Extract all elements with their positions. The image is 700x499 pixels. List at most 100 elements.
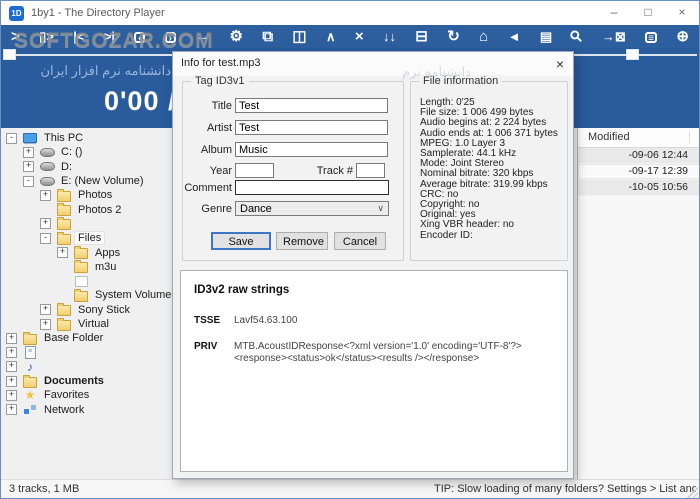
track-row-selected[interactable]: -09-17 12:39 <box>578 164 700 180</box>
forward-arrow-icon[interactable]: → <box>195 26 210 47</box>
tree-item-label: Base Folder <box>41 332 106 344</box>
column-header-modified[interactable]: Modified <box>578 128 700 148</box>
tree-item-label: This PC <box>41 132 86 144</box>
toolbar: > ▯> |< >| ‹ › → ⚙ ⧉ ◫ ∧ × ↓↓ ⊟ ↻ ⌂ ◄ ▤ … <box>1 25 699 48</box>
tree-item-label-selected: Files <box>75 232 104 244</box>
expander-icon[interactable]: + <box>6 333 17 344</box>
next-track-icon[interactable]: >| <box>104 26 115 47</box>
expander-icon[interactable]: + <box>40 304 51 315</box>
star-icon: ★ <box>25 388 36 402</box>
drive-icon <box>40 162 55 171</box>
next-folder-icon[interactable]: › <box>165 32 176 43</box>
expander-icon[interactable]: + <box>23 161 34 172</box>
cancel-button[interactable]: Cancel <box>334 232 386 250</box>
volume-speaker-icon[interactable]: ◄ <box>508 26 521 47</box>
info-dialog: Info for test.mp3 × Tag ID3v1 Title Arti… <box>172 51 574 479</box>
save-button[interactable]: Save <box>211 232 271 250</box>
folder-icon <box>57 191 71 202</box>
id3v2-frame-key: PRIV <box>194 341 234 364</box>
album-field[interactable] <box>235 142 388 157</box>
folder-icon <box>57 305 71 316</box>
track-row[interactable]: -10-05 10:56 <box>578 180 700 196</box>
expander-icon[interactable]: + <box>6 404 17 415</box>
album-label: Album <box>182 144 232 156</box>
remove-button[interactable]: Remove <box>276 232 328 250</box>
folder-icon <box>74 291 88 302</box>
close-x-icon[interactable]: × <box>355 26 364 47</box>
expander-icon[interactable]: + <box>40 190 51 201</box>
network-icon <box>24 405 37 414</box>
title-label: Title <box>182 100 232 112</box>
id3v2-frame-value: MTB.AcoustIDResponse<?xml version='1.0' … <box>234 341 564 364</box>
scroll-down-icon[interactable]: ↓↓ <box>383 26 396 47</box>
dialog-close-icon[interactable]: × <box>556 55 564 73</box>
repeat-icon[interactable]: ↻ <box>447 26 460 47</box>
split-view-icon[interactable]: ◫ <box>292 26 306 47</box>
folder-icon <box>57 234 71 245</box>
chevron-down-icon: ∨ <box>377 203 384 214</box>
drive-icon <box>40 177 55 186</box>
expander-icon[interactable]: + <box>6 361 17 372</box>
year-field[interactable] <box>235 163 274 178</box>
computer-icon <box>23 133 37 143</box>
expander-icon[interactable]: + <box>57 247 68 258</box>
tree-item-label: m3u <box>92 261 119 273</box>
play-current-icon[interactable]: ▯> <box>39 26 54 47</box>
tree-item-label: E: (New Volume) <box>58 175 147 187</box>
search-icon[interactable]: ⚲ <box>566 25 589 48</box>
file-info-lines: Length: 0'25 File size: 1 006 499 bytes … <box>420 98 563 241</box>
add-circle-icon[interactable]: ⊕ <box>676 26 689 47</box>
expander-icon[interactable]: + <box>6 390 17 401</box>
collapse-up-icon[interactable]: ∧ <box>326 26 336 47</box>
tree-item-label: Network <box>41 404 87 416</box>
app-icon: 1D <box>9 6 24 21</box>
close-file-icon[interactable]: →⊠ <box>602 26 626 47</box>
horizontal-panel-icon[interactable]: ⊟ <box>415 26 428 47</box>
track-row[interactable]: -09-06 12:44 <box>578 148 700 164</box>
previous-track-icon[interactable]: |< <box>73 26 84 47</box>
play-icon[interactable]: > <box>11 26 20 47</box>
resize-grip[interactable] <box>686 487 698 499</box>
window-title: 1by1 - The Directory Player <box>31 7 165 19</box>
previous-folder-icon[interactable]: ‹ <box>134 32 145 43</box>
maximize-button[interactable]: □ <box>631 1 665 25</box>
title-field[interactable] <box>235 98 388 113</box>
expander-icon[interactable]: - <box>40 233 51 244</box>
id3v2-frame-value: Lavf54.63.100 <box>234 315 564 327</box>
seek-slider-handle[interactable] <box>3 49 16 60</box>
artist-field[interactable] <box>235 120 388 135</box>
expander-icon[interactable]: + <box>40 218 51 229</box>
tip-text: TIP: Slow loading of many folders? Setti… <box>434 483 696 495</box>
year-label: Year <box>182 165 232 177</box>
group-title: File information <box>419 75 502 87</box>
track-count-status: 3 tracks, 1 MB <box>9 483 79 495</box>
expander-icon[interactable]: - <box>23 176 34 187</box>
tree-item-label: Sony Stick <box>75 304 133 316</box>
details-list-icon[interactable]: ≡ <box>645 32 657 43</box>
file-information-group: File information Length: 0'25 File size:… <box>410 81 568 261</box>
file-cursor-icon[interactable]: ▤ <box>540 26 552 47</box>
volume-slider-handle[interactable] <box>626 49 639 60</box>
dialog-titlebar[interactable]: Info for test.mp3 × <box>173 52 573 76</box>
genre-select[interactable]: Dance ∨ <box>235 201 389 216</box>
minimize-button[interactable]: – <box>597 1 631 25</box>
dialog-title: Info for test.mp3 <box>181 57 260 69</box>
expander-icon[interactable]: + <box>6 376 17 387</box>
track-number-field[interactable] <box>356 163 385 178</box>
folder-icon <box>23 377 37 388</box>
expander-icon[interactable]: + <box>6 347 17 358</box>
folder-icon <box>57 219 71 230</box>
home-icon[interactable]: ⌂ <box>479 26 488 47</box>
settings-gear-icon[interactable]: ⚙ <box>230 26 243 47</box>
close-window-button[interactable]: × <box>665 1 699 25</box>
id3v2-heading: ID3v2 raw strings <box>194 284 289 296</box>
expander-icon[interactable]: + <box>23 147 34 158</box>
window-copy-icon[interactable]: ⧉ <box>262 26 273 47</box>
expander-icon[interactable]: - <box>6 133 17 144</box>
tree-item-label: Apps <box>92 247 123 259</box>
expander-icon[interactable]: + <box>40 319 51 330</box>
time-display: 0'00 / <box>104 86 176 117</box>
comment-label: Comment <box>182 182 232 194</box>
tree-item-label: Photos 2 <box>75 204 124 216</box>
comment-field[interactable] <box>235 180 389 195</box>
